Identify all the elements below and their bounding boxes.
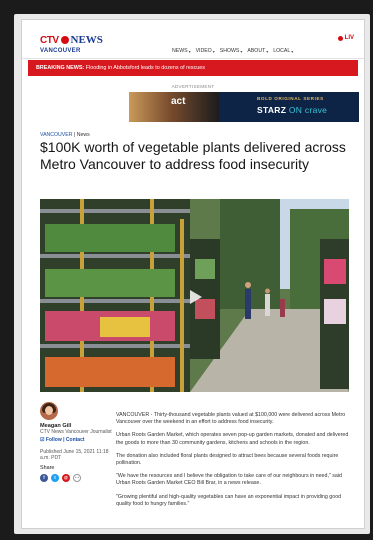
nav-about[interactable]: ABOUT ▾ [247, 48, 268, 54]
ad-label: ADVERTISEMENT [171, 84, 215, 89]
breadcrumb: VANCOUVER | News [40, 132, 90, 138]
avatar-face [45, 406, 53, 415]
twitter-icon[interactable]: t [51, 473, 59, 482]
contact-link[interactable]: Contact [66, 437, 85, 443]
ad-brand: STARZ ON crave [257, 105, 327, 115]
author-role: CTV News Vancouver Journalist [40, 429, 112, 435]
logo-mark: CTV NEWS [40, 34, 103, 46]
chevron-down-icon: ▾ [266, 48, 269, 54]
email-icon[interactable]: @ [62, 473, 70, 482]
chevron-down-icon: ▾ [240, 48, 243, 54]
share-buttons: f t @ ⋯ [40, 473, 112, 482]
nav-local[interactable]: LOCAL ▾ [273, 48, 293, 54]
logo-ctv: CTV [40, 34, 59, 46]
ad-brand-crave: crave [304, 105, 328, 115]
site-logo[interactable]: CTV NEWS VANCOUVER [40, 34, 103, 54]
nav-video[interactable]: VIDEO ▾ [196, 48, 215, 54]
section-sep: | News [72, 132, 90, 138]
author-block: Meagan Gill CTV News Vancouver Journalis… [40, 402, 112, 482]
paragraph: VANCOUVER - Thirty-thousand vegetable pl… [116, 412, 346, 426]
paragraph: "We have the resources and I believe the… [116, 473, 342, 487]
ad-left-text: act [171, 96, 186, 107]
ad-tagline: BOLD ORIGINAL SERIES [257, 96, 324, 101]
paragraph: "Growing plentiful and high-quality vege… [116, 493, 342, 507]
hero-video[interactable] [40, 199, 349, 392]
article-body: VANCOUVER - Thirty-thousand vegetable pl… [116, 412, 352, 514]
share-label: Share [40, 464, 55, 471]
live-label: LIV [344, 35, 354, 41]
logo-city: VANCOUVER [40, 48, 81, 54]
main-nav: NEWS ▾ VIDEO ▾ SHOWS ▾ ABOUT ▾ LOCAL ▾ [172, 48, 293, 54]
nav-label: VIDEO [195, 48, 212, 54]
paragraph: The donation also included floral plants… [116, 452, 339, 467]
ad-banner[interactable]: act BOLD ORIGINAL SERIES STARZ ON crave [129, 92, 359, 122]
logo-eye-icon [60, 36, 69, 44]
header-divider [22, 58, 364, 59]
chevron-down-icon: ▾ [188, 48, 191, 54]
breaking-text: Flooding in Abbotsford leads to dozens o… [84, 65, 205, 71]
chevron-down-icon: ▾ [212, 48, 215, 54]
live-button[interactable]: LIV [337, 35, 354, 41]
section-link[interactable]: VANCOUVER [40, 132, 72, 138]
paragraph: Urban Roots Garden Market, which operate… [116, 432, 349, 446]
play-icon[interactable] [185, 287, 205, 307]
nav-shows[interactable]: SHOWS ▾ [220, 48, 243, 54]
follow-label: Follow [45, 437, 62, 444]
breaking-prefix: BREAKING NEWS: [36, 65, 85, 71]
more-icon[interactable]: ⋯ [73, 473, 81, 482]
breaking-news-banner[interactable]: BREAKING NEWS: Flooding in Abbotsford le… [28, 60, 358, 76]
published-date: Published June 15, 2021 11:18 a.m. PDT [40, 449, 109, 462]
chevron-down-icon: ▾ [291, 48, 294, 54]
nav-label: NEWS [172, 48, 188, 54]
ad-brand-on: ON [286, 105, 305, 115]
live-dot-icon [337, 35, 343, 41]
follow-link[interactable]: ☑ Follow [40, 437, 62, 443]
facebook-icon[interactable]: f [40, 473, 48, 482]
author-actions: ☑ Follow | Contact [40, 437, 85, 444]
logo-news: NEWS [70, 34, 103, 46]
nav-news[interactable]: NEWS ▾ [172, 48, 191, 54]
article-title: $100K worth of vegetable plants delivere… [40, 139, 346, 172]
nav-label: SHOWS [219, 48, 240, 54]
avatar[interactable] [40, 402, 58, 420]
nav-label: ABOUT [247, 48, 266, 54]
ad-brand-starz: STARZ [257, 105, 287, 115]
article-page: CTV NEWS VANCOUVER LIV NEWS ▾ VIDEO ▾ SHOW… [22, 20, 364, 528]
nav-label: LOCAL [273, 48, 291, 54]
